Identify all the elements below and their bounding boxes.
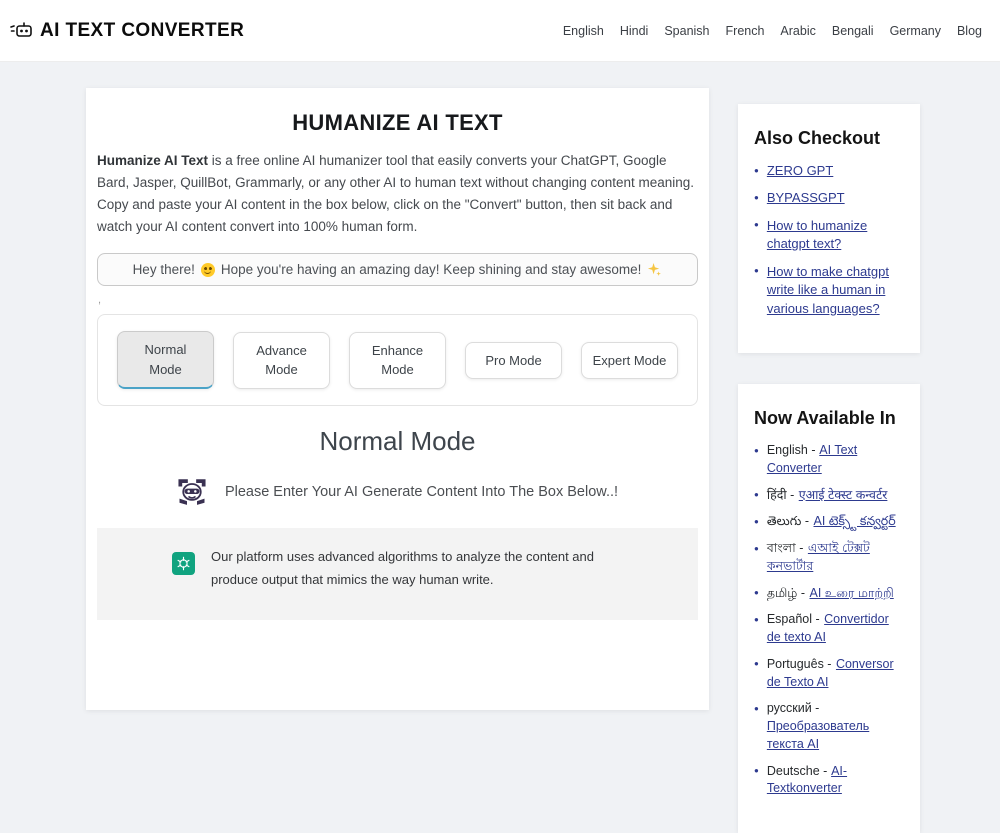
available-languages-list: ● English - AI Text Converter ● हिंदी - …: [754, 442, 906, 798]
list-item: ● English - AI Text Converter: [754, 442, 906, 478]
list-item: ● How to make chatgpt write like a human…: [754, 263, 906, 318]
bullet-icon: ●: [754, 192, 759, 202]
logo-text: AI TEXT CONVERTER: [40, 19, 245, 41]
mode-button-normal[interactable]: Normal Mode: [117, 331, 214, 390]
site-logo[interactable]: AI TEXT CONVERTER: [10, 20, 244, 42]
language-label: русский -: [766, 701, 820, 716]
list-item: ● ZERO GPT: [754, 162, 906, 180]
mode-button-enhance[interactable]: Enhance Mode: [349, 331, 446, 389]
bullet-icon: ●: [754, 220, 759, 230]
bullet-icon: ●: [754, 703, 759, 713]
bullet-icon: ●: [754, 659, 759, 669]
robot-face-icon: [177, 477, 207, 506]
also-checkout-title: Also Checkout: [754, 128, 881, 148]
robot-logo-icon: [10, 20, 34, 42]
greeting-part1: Hey there!: [132, 262, 195, 278]
bullet-icon: ●: [754, 490, 759, 500]
language-label: తెలుగు -: [766, 514, 810, 529]
checkout-links-list: ● ZERO GPT ● BYPASSGPT ● How to humanize…: [754, 162, 906, 318]
nav-link-germany[interactable]: Germany: [890, 24, 941, 38]
list-item: ● தமிழ் - AI உரை மாற்றி: [754, 585, 906, 603]
language-label: हिंदी -: [766, 487, 795, 502]
greeting-part2: Hope you're having an amazing day! Keep …: [220, 262, 642, 278]
link-zero-gpt[interactable]: ZERO GPT: [767, 162, 833, 180]
info-box: Our platform uses advanced algorithms to…: [97, 528, 698, 620]
bullet-icon: ●: [754, 516, 759, 526]
link-how-to-humanize[interactable]: How to humanize chatgpt text?: [767, 217, 906, 254]
intro-paragraph: Humanize AI Text is a free online AI hum…: [97, 150, 698, 237]
bullet-icon: ●: [754, 766, 759, 776]
nav-link-blog[interactable]: Blog: [957, 24, 982, 38]
language-link-telugu[interactable]: AI టెక్స్ట్ కన్వర్టర్: [814, 514, 896, 528]
sidebar: Also Checkout ● ZERO GPT ● BYPASSGPT ● H…: [738, 104, 920, 833]
list-item: ● বাংলা - এআই টেক্সট কনভার্টার: [754, 540, 906, 576]
list-item: ● Português - Conversor de Texto AI: [754, 656, 906, 692]
list-item: ● русский - Преобразователь текста AI: [754, 700, 906, 753]
mode-selector: Normal Mode Advance Mode Enhance Mode Pr…: [97, 314, 698, 407]
language-label: English -: [766, 443, 816, 458]
language-link-russian[interactable]: Преобразователь текста AI: [767, 719, 869, 751]
info-text: Our platform uses advanced algorithms to…: [211, 549, 594, 588]
language-link-hindi[interactable]: एआई टेक्स्ट कन्वर्टर: [799, 488, 888, 502]
language-label: Deutsche -: [766, 763, 828, 778]
stray-mark: ,: [98, 294, 102, 307]
language-label: বাংলা -: [766, 541, 804, 556]
list-item: ● हिंदी - एआई टेक्स्ट कन्वर्टर: [754, 487, 906, 505]
nav-link-arabic[interactable]: Arabic: [780, 24, 815, 38]
list-item: ● Deutsche - AI-Textkonverter: [754, 763, 906, 799]
page-title: HUMANIZE AI TEXT: [292, 110, 503, 135]
language-label: Español -: [766, 612, 820, 627]
bullet-icon: ●: [754, 445, 759, 455]
smiling-face-emoji: [200, 262, 215, 277]
list-item: ● BYPASSGPT: [754, 189, 906, 207]
top-header: AI TEXT CONVERTER English Hindi Spanish …: [0, 0, 1000, 62]
sparkles-emoji: [647, 262, 662, 277]
nav-link-hindi[interactable]: Hindi: [620, 24, 649, 38]
mode-button-expert[interactable]: Expert Mode: [581, 341, 678, 380]
list-item: ● How to humanize chatgpt text?: [754, 217, 906, 254]
nav-link-spanish[interactable]: Spanish: [664, 24, 709, 38]
page-content: HUMANIZE AI TEXT Humanize AI Text is a f…: [0, 62, 1000, 833]
now-available-card: Now Available In ● English - AI Text Con…: [738, 384, 920, 833]
chatgpt-icon: [172, 552, 195, 576]
bullet-icon: ●: [754, 588, 759, 598]
greeting-banner: Hey there! Hope you're having an amazing…: [97, 253, 698, 287]
bullet-icon: ●: [754, 614, 759, 624]
mode-button-advance[interactable]: Advance Mode: [233, 331, 330, 389]
bullet-icon: ●: [754, 543, 759, 553]
language-label: தமிழ் -: [766, 585, 805, 600]
link-how-to-make-chatgpt-write[interactable]: How to make chatgpt write like a human i…: [767, 263, 906, 318]
mode-button-pro[interactable]: Pro Mode: [465, 341, 562, 380]
bullet-icon: ●: [754, 165, 759, 175]
link-bypassgpt[interactable]: BYPASSGPT: [767, 189, 845, 207]
list-item: ● తెలుగు - AI టెక్స్ట్ కన్వర్టర్: [754, 513, 906, 531]
prompt-text: Please Enter Your AI Generate Content In…: [224, 483, 619, 500]
list-item: ● Español - Convertidor de texto AI: [754, 611, 906, 647]
prompt-row: Please Enter Your AI Generate Content In…: [97, 477, 698, 506]
language-link-tamil[interactable]: AI உரை மாற்றி: [809, 586, 893, 600]
nav-link-french[interactable]: French: [726, 24, 765, 38]
mode-heading: Normal Mode: [319, 426, 476, 457]
now-available-title: Now Available In: [754, 408, 896, 429]
nav-link-bengali[interactable]: Bengali: [832, 24, 874, 38]
also-checkout-card: Also Checkout ● ZERO GPT ● BYPASSGPT ● H…: [738, 104, 920, 354]
language-nav: English Hindi Spanish French Arabic Beng…: [563, 24, 982, 38]
main-card: HUMANIZE AI TEXT Humanize AI Text is a f…: [86, 88, 709, 710]
language-label: Português -: [766, 656, 832, 671]
bullet-icon: ●: [754, 266, 759, 276]
intro-lead: Humanize AI Text: [97, 153, 209, 168]
nav-link-english[interactable]: English: [563, 24, 604, 38]
